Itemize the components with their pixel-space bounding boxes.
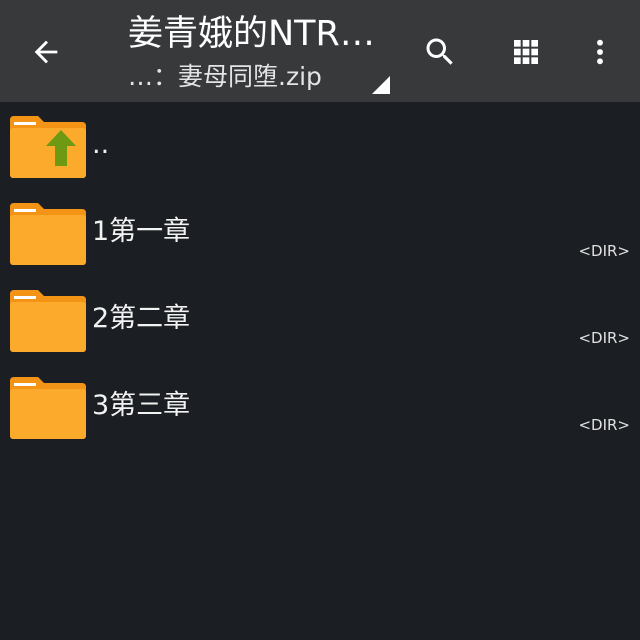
folder-up-icon bbox=[10, 116, 86, 178]
folder-icon bbox=[10, 290, 86, 352]
grid-view-button[interactable] bbox=[502, 26, 550, 78]
archive-title: 姜青娥的NTR… bbox=[128, 14, 375, 54]
grid-view-icon bbox=[514, 40, 538, 64]
list-item-size: <DIR> bbox=[578, 416, 630, 434]
search-button[interactable] bbox=[416, 26, 464, 78]
overflow-menu-button[interactable] bbox=[576, 26, 624, 78]
list-item-parent-dir[interactable]: .. bbox=[0, 102, 640, 189]
list-item-folder[interactable]: 1第一章 <DIR> bbox=[0, 189, 640, 276]
list-item-folder[interactable]: 2第二章 <DIR> bbox=[0, 276, 640, 363]
top-toolbar: 姜青娥的NTR… …：妻母同堕.zip bbox=[0, 0, 640, 102]
list-item-name: .. bbox=[92, 129, 110, 160]
list-item-name: 2第二章 bbox=[92, 303, 191, 334]
list-item-name: 1第一章 bbox=[92, 216, 191, 247]
search-icon bbox=[426, 38, 453, 65]
more-vert-icon bbox=[597, 39, 603, 65]
dropdown-triangle-icon[interactable] bbox=[370, 74, 390, 94]
file-list: .. 1第一章 <DIR> 2第二章 <DIR> 3第三章 <DIR> bbox=[0, 102, 640, 450]
arrow-left-icon bbox=[34, 40, 58, 64]
list-item-name: 3第三章 bbox=[92, 390, 191, 421]
list-item-size: <DIR> bbox=[578, 329, 630, 347]
archive-path-subtitle[interactable]: …：妻母同堕.zip bbox=[128, 60, 368, 94]
list-item-size: <DIR> bbox=[578, 242, 630, 260]
file-manager-screen: 姜青娥的NTR… …：妻母同堕.zip .. 1第一章 <DIR> 2第二章 <… bbox=[0, 0, 640, 640]
list-item-folder[interactable]: 3第三章 <DIR> bbox=[0, 363, 640, 450]
folder-icon bbox=[10, 377, 86, 439]
back-button[interactable] bbox=[18, 26, 74, 78]
folder-icon bbox=[10, 203, 86, 265]
